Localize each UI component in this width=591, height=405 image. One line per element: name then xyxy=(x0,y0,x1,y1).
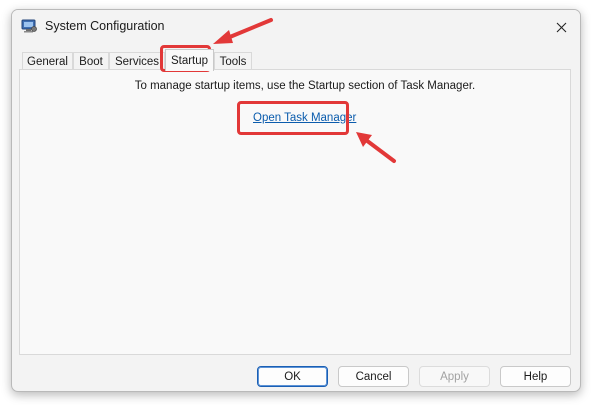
background-strip xyxy=(12,392,577,402)
screenshot: System Configuration General Boot Servic… xyxy=(0,0,591,405)
startup-message: To manage startup items, use the Startup… xyxy=(134,80,476,92)
apply-button: Apply xyxy=(419,366,490,387)
title-bar[interactable]: System Configuration xyxy=(12,10,580,44)
tab-strip: General Boot Services Startup Tools xyxy=(18,49,574,71)
tab-general[interactable]: General xyxy=(22,52,73,70)
tab-boot[interactable]: Boot xyxy=(73,52,109,70)
tab-startup[interactable]: Startup xyxy=(165,49,214,71)
system-configuration-window: System Configuration General Boot Servic… xyxy=(11,9,581,392)
window-title: System Configuration xyxy=(45,19,165,33)
ok-button[interactable]: OK xyxy=(257,366,328,387)
tab-services[interactable]: Services xyxy=(109,52,165,70)
close-icon xyxy=(556,22,566,32)
startup-tab-panel: To manage startup items, use the Startup… xyxy=(19,69,571,355)
system-configuration-icon xyxy=(21,19,37,33)
close-button[interactable] xyxy=(546,14,576,40)
cancel-button[interactable]: Cancel xyxy=(338,366,409,387)
open-task-manager-link[interactable]: Open Task Manager xyxy=(253,112,356,124)
help-button[interactable]: Help xyxy=(500,366,571,387)
tab-tools[interactable]: Tools xyxy=(214,52,252,70)
